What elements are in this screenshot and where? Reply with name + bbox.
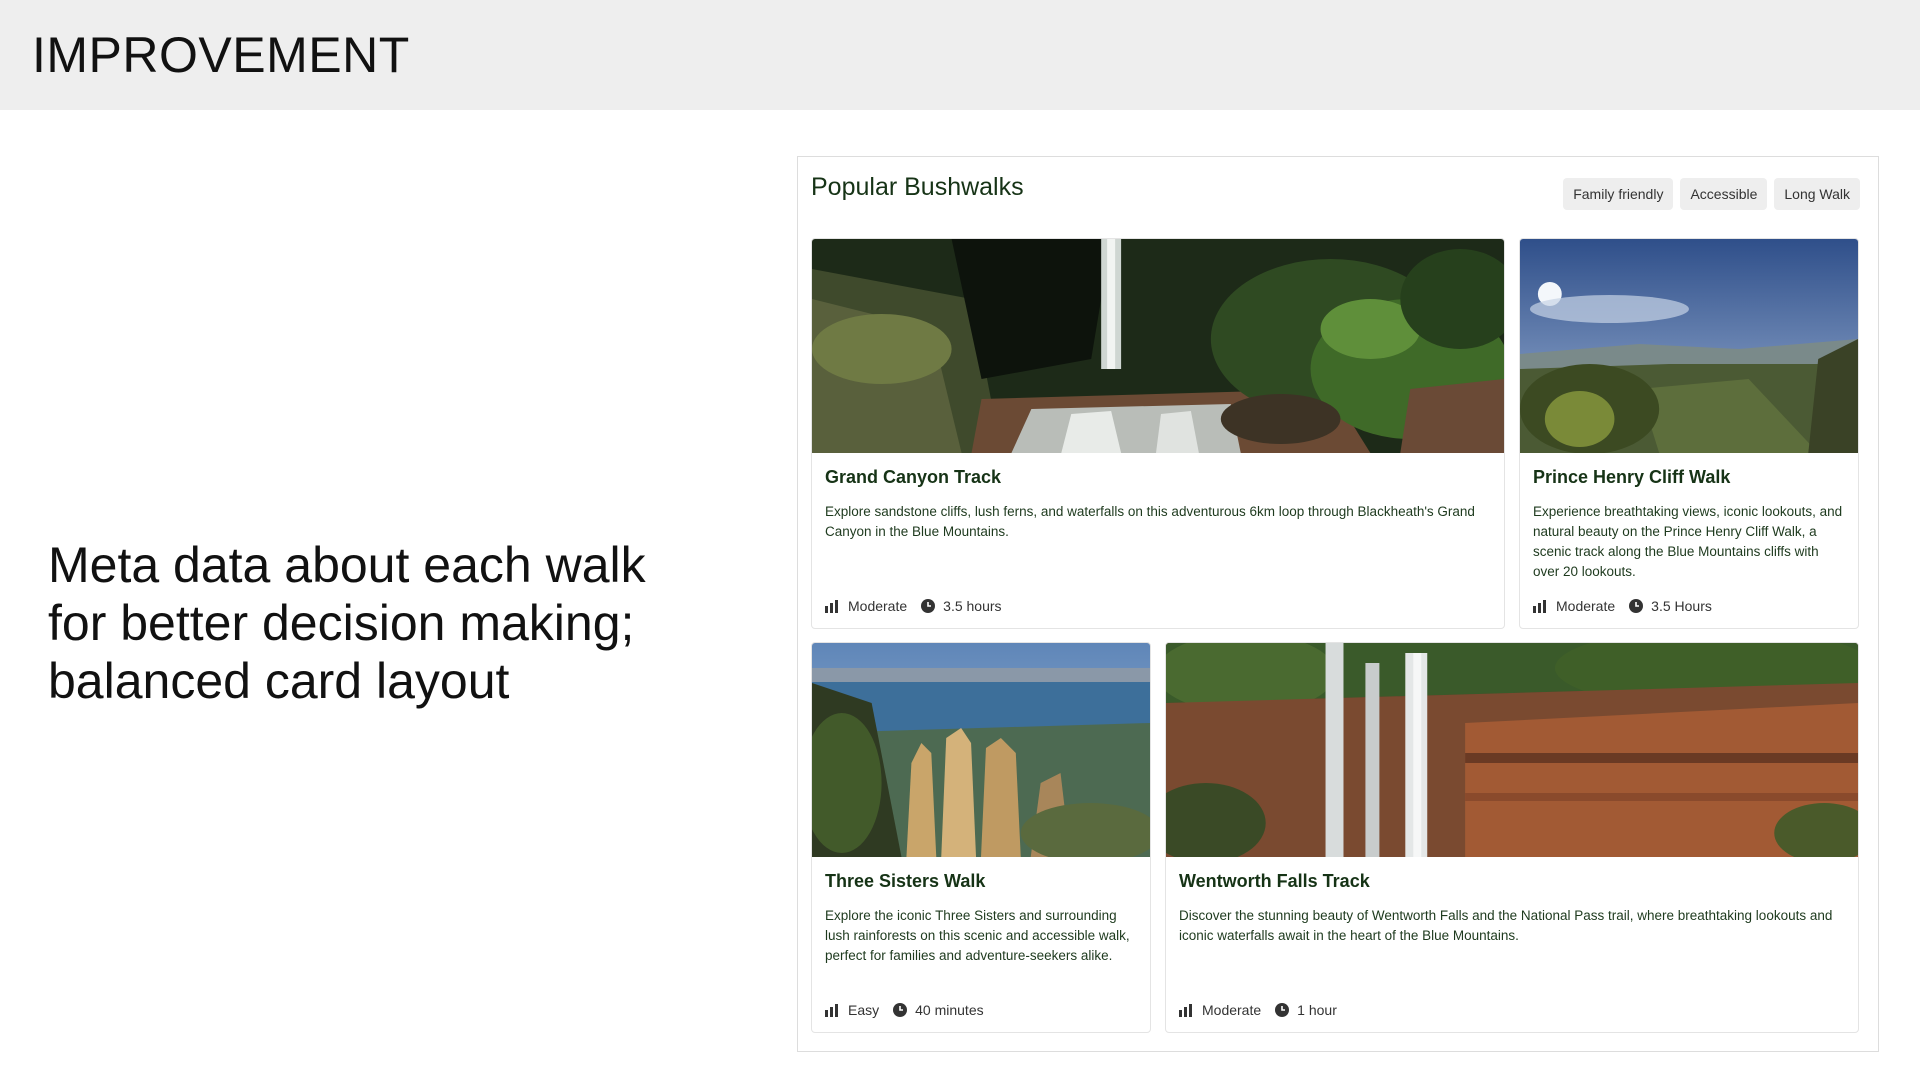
walk-card-three-sisters[interactable]: Three Sisters Walk Explore the iconic Th… <box>811 642 1151 1033</box>
panel-title: Popular Bushwalks <box>811 173 1024 201</box>
difficulty: Easy <box>825 1002 879 1018</box>
duration: 3.5 hours <box>921 598 1002 614</box>
walk-title[interactable]: Three Sisters Walk <box>825 871 985 892</box>
difficulty-bars-icon <box>825 599 838 613</box>
slide-caption: Meta data about each walk for better dec… <box>48 537 646 709</box>
duration-label: 3.5 Hours <box>1651 598 1712 614</box>
duration: 1 hour <box>1275 1002 1337 1018</box>
difficulty: Moderate <box>1179 1002 1261 1018</box>
slide-header: IMPROVEMENT <box>0 0 1920 110</box>
clock-icon <box>1275 1003 1290 1017</box>
difficulty-label: Moderate <box>848 598 908 614</box>
filter-chips: Family friendly Accessible Long Walk <box>1563 178 1860 210</box>
duration-label: 40 minutes <box>915 1002 984 1018</box>
difficulty-label: Moderate <box>1556 598 1616 614</box>
bushwalks-panel: Popular Bushwalks Family friendly Access… <box>797 156 1879 1052</box>
duration-label: 3.5 hours <box>943 598 1002 614</box>
filter-accessible[interactable]: Accessible <box>1680 178 1768 210</box>
walk-description: Explore the iconic Three Sisters and sur… <box>825 908 1130 963</box>
walk-meta: Moderate 3.5 hours <box>825 598 1016 614</box>
walk-description: Explore sandstone cliffs, lush ferns, an… <box>825 504 1475 539</box>
walk-card-prince-henry[interactable]: Prince Henry Cliff Walk Experience breat… <box>1519 238 1859 629</box>
difficulty: Moderate <box>825 598 907 614</box>
filter-long-walk[interactable]: Long Walk <box>1774 178 1860 210</box>
walk-card-wentworth-falls[interactable]: Wentworth Falls Track Discover the stunn… <box>1165 642 1859 1033</box>
valley-view-image <box>1520 239 1858 453</box>
filter-family-friendly[interactable]: Family friendly <box>1563 178 1674 210</box>
walk-card-grand-canyon[interactable]: Grand Canyon Track Explore sandstone cli… <box>811 238 1505 629</box>
duration: 40 minutes <box>893 1002 984 1018</box>
clock-icon <box>1629 599 1644 613</box>
difficulty-bars-icon <box>1179 1003 1192 1017</box>
walk-description: Experience breathtaking views, iconic lo… <box>1533 504 1843 579</box>
walk-meta: Moderate 1 hour <box>1179 1002 1351 1018</box>
difficulty-bars-icon <box>1533 599 1546 613</box>
walk-title[interactable]: Wentworth Falls Track <box>1179 871 1370 892</box>
wentworth-falls-cliff-image <box>1166 643 1858 857</box>
difficulty-bars-icon <box>825 1003 838 1017</box>
walk-title[interactable]: Prince Henry Cliff Walk <box>1533 467 1730 488</box>
duration: 3.5 Hours <box>1629 598 1712 614</box>
duration-label: 1 hour <box>1297 1002 1337 1018</box>
clock-icon <box>893 1003 908 1017</box>
difficulty-label: Easy <box>848 1002 880 1018</box>
walk-meta: Moderate 3.5 Hours <box>1533 598 1726 614</box>
difficulty: Moderate <box>1533 598 1615 614</box>
three-sisters-rocks-image <box>812 643 1150 857</box>
slide-title: IMPROVEMENT <box>32 27 410 83</box>
difficulty-label: Moderate <box>1202 1002 1262 1018</box>
walk-description: Discover the stunning beauty of Wentwort… <box>1179 908 1833 943</box>
waterfall-rainforest-image <box>812 239 1504 453</box>
walk-meta: Easy 40 minutes <box>825 1002 998 1018</box>
walk-title[interactable]: Grand Canyon Track <box>825 467 1001 488</box>
clock-icon <box>921 599 936 613</box>
